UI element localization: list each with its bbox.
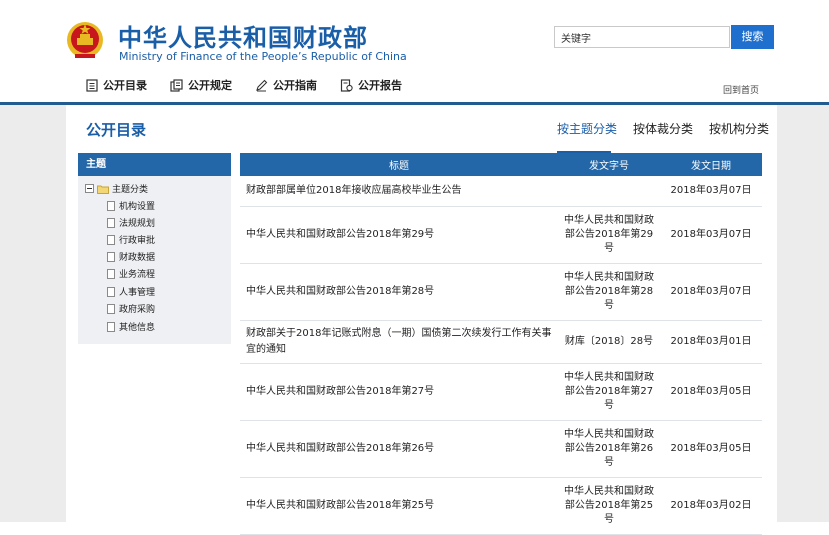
tab-by-agency[interactable]: 按机构分类 (709, 120, 769, 137)
table-row: 中华人民共和国财政部公告2018年第28号 中华人民共和国财政部公告2018年第… (240, 263, 762, 321)
row-date: 2018年03月07日 (660, 263, 762, 321)
site-subtitle: Ministry of Finance of the People’s Repu… (119, 50, 407, 63)
row-title-link[interactable]: 中华人民共和国财政部公告2018年第28号 (240, 263, 558, 321)
sidebar-header: 主题 (78, 153, 231, 176)
row-doc-number: 中华人民共和国财政部公告2018年第26号 (558, 420, 660, 478)
row-title-link[interactable]: 中华人民共和国财政部公告2018年第27号 (240, 363, 558, 421)
table-header-row: 标题 发文字号 发文日期 (240, 153, 762, 176)
sidebar-item-regulations[interactable]: 法规规划 (107, 216, 155, 229)
search-input[interactable] (554, 26, 730, 48)
sidebar-item-label: 机构设置 (119, 202, 156, 212)
row-title-link[interactable]: 中华人民共和国财政部公告2018年第29号 (240, 206, 558, 264)
sidebar-item-workflow[interactable]: 业务流程 (107, 267, 155, 280)
column-header-number: 发文字号 (558, 153, 660, 176)
national-emblem-icon (67, 22, 103, 58)
nav-item-rules[interactable]: 公开规定 (170, 77, 232, 93)
table-row: 财政部关于2018年记账式附息（一期）国债第二次续发行工作有关事宜的通知 财库〔… (240, 320, 762, 364)
table-row: 财政部部属单位2018年接收应届高校毕业生公告 2018年03月07日 (240, 176, 762, 207)
page-title: 公开目录 (86, 121, 147, 139)
row-doc-number (558, 176, 660, 207)
sidebar-item-label: 行政审批 (119, 236, 156, 246)
guide-pen-icon (256, 79, 268, 91)
row-title-link[interactable]: 中华人民共和国财政部公告2018年第26号 (240, 420, 558, 478)
main-nav: 公开目录 公开规定 公开指南 公开报告 (86, 77, 425, 93)
sidebar-item-label: 其他信息 (119, 323, 156, 333)
document-icon (107, 303, 115, 314)
nav-label: 公开报告 (358, 79, 402, 92)
row-doc-number: 财库〔2018〕28号 (558, 320, 660, 364)
table-row: 中华人民共和国财政部公告2018年第29号 中华人民共和国财政部公告2018年第… (240, 206, 762, 264)
site-header: 中华人民共和国财政部 Ministry of Finance of the Pe… (0, 0, 829, 104)
row-title-link[interactable]: 财政部部属单位2018年接收应届高校毕业生公告 (240, 176, 558, 207)
document-icon (107, 251, 115, 262)
sidebar-item-label: 业务流程 (119, 270, 156, 280)
catalog-icon (86, 78, 98, 92)
sidebar-item-other[interactable]: 其他信息 (107, 320, 155, 333)
tab-by-genre[interactable]: 按体裁分类 (633, 120, 693, 137)
folder-icon (97, 185, 109, 194)
sidebar-item-approval[interactable]: 行政审批 (107, 233, 155, 246)
document-icon (107, 268, 115, 279)
report-icon (340, 78, 353, 92)
document-icon (107, 286, 115, 297)
sidebar-item-label: 财政数据 (119, 253, 156, 263)
table-row: 中华人民共和国财政部公告2018年第25号 中华人民共和国财政部公告2018年第… (240, 477, 762, 535)
search-button[interactable]: 搜索 (731, 25, 774, 49)
row-date: 2018年03月02日 (660, 477, 762, 535)
sidebar-item-procurement[interactable]: 政府采购 (107, 302, 155, 315)
row-date: 2018年03月05日 (660, 420, 762, 478)
sidebar-item-personnel[interactable]: 人事管理 (107, 285, 155, 298)
document-icon (107, 217, 115, 228)
tree-root[interactable]: 主题分类 (85, 182, 148, 195)
rules-icon (170, 78, 183, 92)
tree-root-label: 主题分类 (112, 185, 149, 195)
nav-item-guide[interactable]: 公开指南 (255, 77, 317, 93)
document-icon (107, 200, 115, 211)
sidebar-item-label: 人事管理 (119, 288, 156, 298)
nav-item-report[interactable]: 公开报告 (340, 77, 402, 93)
table-row: 中华人民共和国财政部公告2018年第26号 中华人民共和国财政部公告2018年第… (240, 420, 762, 478)
row-doc-number: 中华人民共和国财政部公告2018年第29号 (558, 206, 660, 264)
sidebar-item-label: 法规规划 (119, 219, 156, 229)
row-doc-number: 中华人民共和国财政部公告2018年第28号 (558, 263, 660, 321)
home-link[interactable]: 回到首页 (723, 83, 759, 96)
collapse-minus-icon[interactable] (85, 184, 94, 193)
table-row: 中华人民共和国财政部公告2018年第27号 中华人民共和国财政部公告2018年第… (240, 363, 762, 421)
nav-label: 公开指南 (273, 79, 317, 92)
row-date: 2018年03月07日 (660, 176, 762, 207)
row-title-link[interactable]: 财政部关于2018年记账式附息（一期）国债第二次续发行工作有关事宜的通知 (240, 320, 558, 364)
document-icon (107, 321, 115, 332)
document-table: 标题 发文字号 发文日期 财政部部属单位2018年接收应届高校毕业生公告 201… (240, 153, 762, 535)
column-header-title: 标题 (240, 153, 558, 176)
row-doc-number: 中华人民共和国财政部公告2018年第25号 (558, 477, 660, 535)
document-icon (107, 234, 115, 245)
nav-label: 公开规定 (188, 79, 232, 92)
column-header-date: 发文日期 (660, 153, 762, 176)
row-date: 2018年03月01日 (660, 320, 762, 364)
site-title: 中华人民共和国财政部 (118, 24, 368, 52)
row-date: 2018年03月07日 (660, 206, 762, 264)
tab-by-topic[interactable]: 按主题分类 (557, 120, 617, 137)
row-date: 2018年03月05日 (660, 363, 762, 421)
nav-item-catalog[interactable]: 公开目录 (86, 77, 147, 93)
sidebar-item-org[interactable]: 机构设置 (107, 199, 155, 212)
row-doc-number: 中华人民共和国财政部公告2018年第27号 (558, 363, 660, 421)
row-title-link[interactable]: 中华人民共和国财政部公告2018年第25号 (240, 477, 558, 535)
nav-label: 公开目录 (103, 79, 147, 92)
sidebar-item-fiscal-data[interactable]: 财政数据 (107, 250, 155, 263)
sidebar-item-label: 政府采购 (119, 305, 156, 315)
